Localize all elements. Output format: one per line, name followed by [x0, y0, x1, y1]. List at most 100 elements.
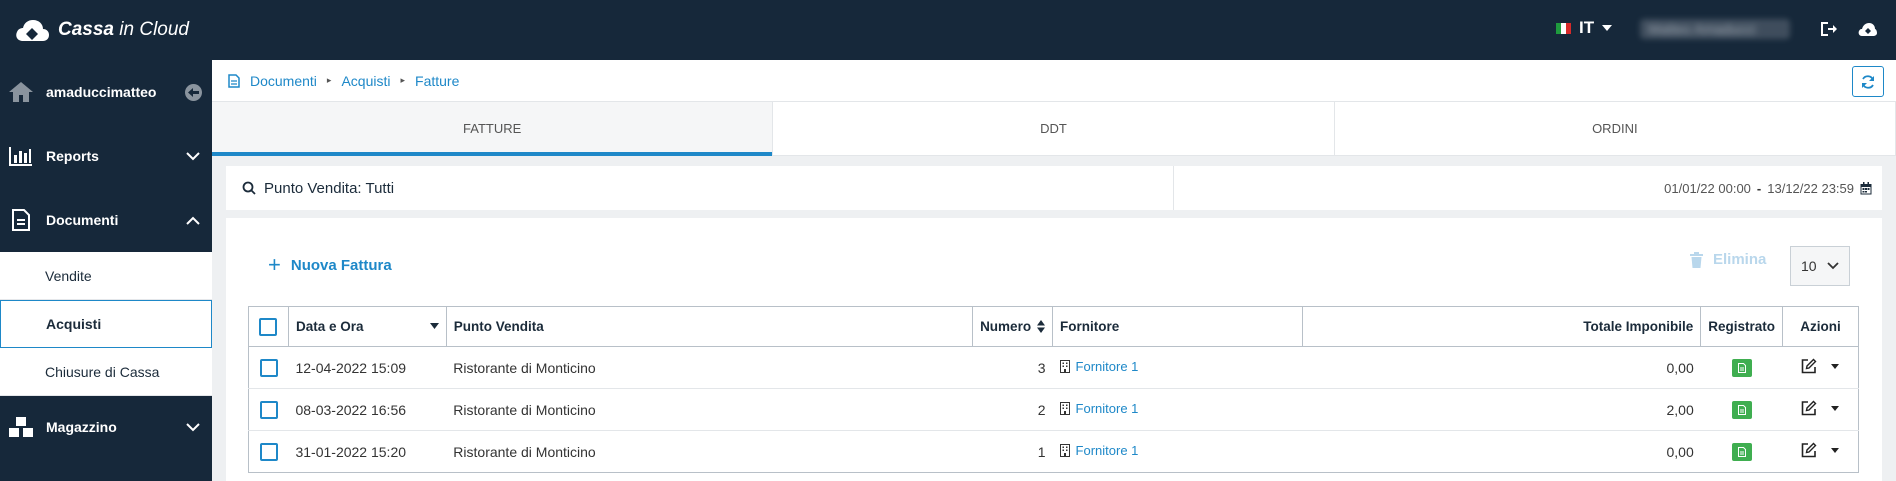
- sidebar-subitem-acquisti[interactable]: Acquisti: [0, 300, 212, 348]
- breadcrumb-documenti[interactable]: Documenti: [250, 73, 317, 89]
- breadcrumb: Documenti ▸ Acquisti ▸ Fatture: [212, 60, 1896, 102]
- column-label: Numero: [980, 319, 1032, 334]
- cell-total: 0,00: [1302, 346, 1701, 389]
- breadcrumb-acquisti[interactable]: Acquisti: [341, 73, 390, 89]
- registered-document-icon[interactable]: [1731, 358, 1752, 377]
- sidebar-subitem-chiusure[interactable]: Chiusure di Cassa: [0, 348, 212, 396]
- cell-point-of-sale: Ristorante di Monticino: [446, 346, 973, 389]
- table-row[interactable]: 31-01-2022 15:20 Ristorante di Monticino…: [248, 430, 1859, 473]
- cell-total: 0,00: [1302, 430, 1701, 473]
- date-range-filter[interactable]: 01/01/22 00:00 - 13/12/22 23:59: [1174, 166, 1882, 210]
- logout-icon[interactable]: [1818, 18, 1840, 40]
- tab-label: ORDINI: [1592, 121, 1638, 136]
- row-select-cell: [248, 430, 289, 473]
- delete-button[interactable]: Elimina: [1690, 251, 1766, 268]
- language-selector[interactable]: IT: [1556, 18, 1613, 38]
- actions-dropdown-icon[interactable]: [1831, 363, 1840, 369]
- row-checkbox[interactable]: [259, 358, 278, 377]
- registered-document-icon[interactable]: [1731, 400, 1752, 419]
- tab-ddt[interactable]: DDT: [773, 102, 1335, 155]
- sidebar-item-reports[interactable]: Reports: [0, 124, 212, 188]
- row-checkbox[interactable]: [259, 442, 278, 461]
- cell-actions: [1782, 388, 1859, 431]
- column-header-supplier[interactable]: Fornitore: [1052, 306, 1303, 347]
- document-icon: [4, 209, 38, 231]
- actions-dropdown-icon[interactable]: [1831, 405, 1840, 411]
- column-header-total[interactable]: Totale Imponibile: [1301, 306, 1702, 347]
- delete-label: Elimina: [1713, 251, 1767, 268]
- new-invoice-button[interactable]: + Nuova Fattura: [268, 252, 392, 278]
- page-size-select[interactable]: 10: [1790, 246, 1850, 286]
- caret-down-icon: [1602, 25, 1613, 31]
- top-bar: Cassa in Cloud IT Matteo Amaducci: [0, 0, 1896, 60]
- registered-document-icon[interactable]: [1731, 442, 1752, 461]
- breadcrumb-separator-icon: ▸: [326, 75, 332, 85]
- edit-icon[interactable]: [1801, 442, 1817, 458]
- column-label: Punto Vendita: [453, 319, 544, 334]
- cell-supplier: Fornitore 1: [1052, 388, 1303, 431]
- column-header-registered[interactable]: Registrato: [1700, 306, 1783, 347]
- supplier-link[interactable]: Fornitore 1: [1059, 443, 1138, 458]
- cell-actions: [1782, 430, 1859, 473]
- logo-text-light: in Cloud: [119, 19, 189, 40]
- collapse-sidebar-icon[interactable]: [185, 83, 202, 101]
- column-label: Fornitore: [1060, 319, 1120, 334]
- italy-flag-icon: [1556, 22, 1571, 34]
- supplier-link[interactable]: Fornitore 1: [1059, 359, 1138, 374]
- column-label: Totale Imponibile: [1583, 319, 1694, 334]
- app-logo[interactable]: Cassa in Cloud: [14, 12, 189, 48]
- edit-icon[interactable]: [1801, 358, 1817, 374]
- column-header-date[interactable]: Data e Ora: [287, 306, 447, 347]
- sidebar-item-documenti-label: Documenti: [46, 212, 119, 228]
- page-size-value: 10: [1801, 258, 1817, 274]
- table-row[interactable]: 08-03-2022 16:56 Ristorante di Monticino…: [248, 388, 1859, 431]
- tab-fatture[interactable]: FATTURE: [212, 102, 774, 156]
- table-row[interactable]: 12-04-2022 15:09 Ristorante di Monticino…: [248, 346, 1859, 389]
- row-checkbox[interactable]: [259, 400, 278, 419]
- invoices-panel: + Nuova Fattura Elimina 10 Data e Ora Pu…: [226, 218, 1882, 481]
- date-from: 01/01/22 00:00: [1664, 180, 1751, 196]
- main-content: Documenti ▸ Acquisti ▸ Fatture FATTURE D…: [212, 60, 1896, 481]
- cell-date: 31-01-2022 15:20: [288, 430, 447, 473]
- refresh-button[interactable]: [1852, 66, 1884, 97]
- sidebar-item-documenti[interactable]: Documenti: [0, 188, 212, 252]
- sidebar-item-magazzino[interactable]: Magazzino: [0, 396, 212, 458]
- user-menu[interactable]: Matteo Amaducci: [1640, 19, 1790, 39]
- invoices-table: Data e Ora Punto Vendita Numero Fornitor…: [248, 306, 1859, 473]
- new-invoice-label: Nuova Fattura: [290, 256, 392, 274]
- tab-label: DDT: [1040, 121, 1067, 136]
- sort-desc-icon: [429, 323, 439, 329]
- point-of-sale-filter[interactable]: Punto Vendita: Tutti: [226, 166, 1174, 210]
- edit-icon[interactable]: [1801, 400, 1817, 416]
- cell-number: 3: [972, 346, 1053, 389]
- date-range-separator: -: [1756, 180, 1762, 196]
- chevron-down-icon: [186, 151, 200, 160]
- tab-ordini[interactable]: ORDINI: [1335, 102, 1896, 155]
- cell-total: 2,00: [1302, 388, 1701, 431]
- supplier-link[interactable]: Fornitore 1: [1059, 401, 1139, 416]
- breadcrumb-separator-icon: ▸: [400, 75, 406, 85]
- sidebar-subitem-vendite[interactable]: Vendite: [0, 252, 212, 300]
- filter-bar: Punto Vendita: Tutti 01/01/22 00:00 - 13…: [226, 166, 1882, 210]
- cell-point-of-sale: Ristorante di Monticino: [446, 388, 973, 431]
- building-icon: [1059, 402, 1070, 415]
- cloud-sync-icon[interactable]: [1856, 18, 1878, 40]
- date-to: 13/12/22 23:59: [1767, 180, 1854, 196]
- select-all-checkbox[interactable]: [259, 317, 278, 336]
- column-label: Data e Ora: [295, 319, 364, 334]
- sidebar-account[interactable]: amaduccimatteo: [0, 60, 212, 124]
- chevron-down-icon: [186, 422, 200, 431]
- document-icon: [228, 73, 240, 88]
- cell-registered: [1700, 430, 1783, 473]
- user-name: Matteo Amaducci: [1648, 21, 1756, 37]
- column-header-actions: Azioni: [1782, 306, 1859, 347]
- column-header-point-of-sale[interactable]: Punto Vendita: [445, 306, 974, 347]
- row-select-cell: [248, 388, 289, 431]
- column-header-number[interactable]: Numero: [972, 306, 1054, 347]
- sidebar-account-label: amaduccimatteo: [46, 84, 157, 100]
- supplier-name: Fornitore 1: [1075, 401, 1139, 416]
- building-icon: [1059, 444, 1070, 457]
- actions-dropdown-icon[interactable]: [1831, 447, 1840, 453]
- breadcrumb-fatture[interactable]: Fatture: [415, 73, 459, 89]
- cell-registered: [1700, 346, 1783, 389]
